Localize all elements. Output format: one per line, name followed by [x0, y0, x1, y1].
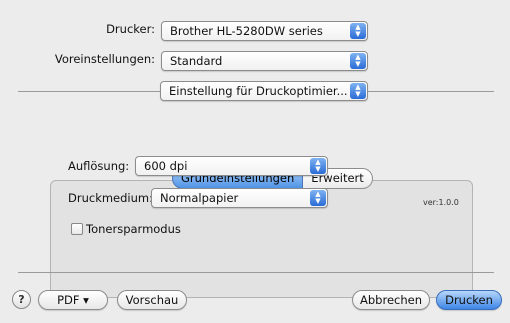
panel-select-value: Einstellung für Druckoptimier...	[169, 84, 348, 98]
resolution-label: Auflösung:	[68, 159, 130, 173]
chevron-updown-icon: ▲ ▼	[350, 23, 366, 39]
presets-label: Voreinstellungen:	[54, 52, 155, 66]
version-label: ver:1.0.0	[423, 198, 459, 207]
resolution-select[interactable]: 600 dpi ▲ ▼	[135, 156, 328, 176]
media-value: Normalpapier	[160, 191, 239, 205]
print-dialog: { "printer": { "label": "Drucker:", "val…	[0, 0, 510, 323]
pdf-button[interactable]: PDF ▾	[38, 290, 108, 310]
toner-save-checkbox[interactable]	[71, 223, 83, 235]
toner-save-label: Tonersparmodus	[86, 222, 181, 236]
resolution-value: 600 dpi	[144, 159, 188, 173]
media-label: Druckmedium:	[68, 191, 153, 205]
presets-select[interactable]: Standard ▲ ▼	[161, 51, 368, 71]
preview-button[interactable]: Vorschau	[117, 290, 187, 310]
media-select[interactable]: Normalpapier ▲ ▼	[151, 188, 328, 208]
chevron-updown-icon: ▲ ▼	[310, 190, 326, 206]
printer-value: Brother HL-5280DW series	[170, 24, 323, 38]
printer-select[interactable]: Brother HL-5280DW series ▲ ▼	[161, 21, 368, 41]
chevron-updown-icon: ▲ ▼	[350, 53, 366, 69]
print-button[interactable]: Drucken	[436, 290, 502, 310]
chevron-updown-icon: ▲ ▼	[310, 158, 326, 174]
presets-value: Standard	[170, 54, 223, 68]
help-icon[interactable]: ?	[12, 290, 31, 309]
cancel-button[interactable]: Abbrechen	[352, 290, 430, 310]
panel-select[interactable]: Einstellung für Druckoptimier... ▲ ▼	[160, 81, 368, 101]
footer-separator	[18, 272, 494, 273]
printer-label: Drucker:	[106, 22, 155, 36]
chevron-updown-icon: ▲ ▼	[350, 83, 366, 99]
